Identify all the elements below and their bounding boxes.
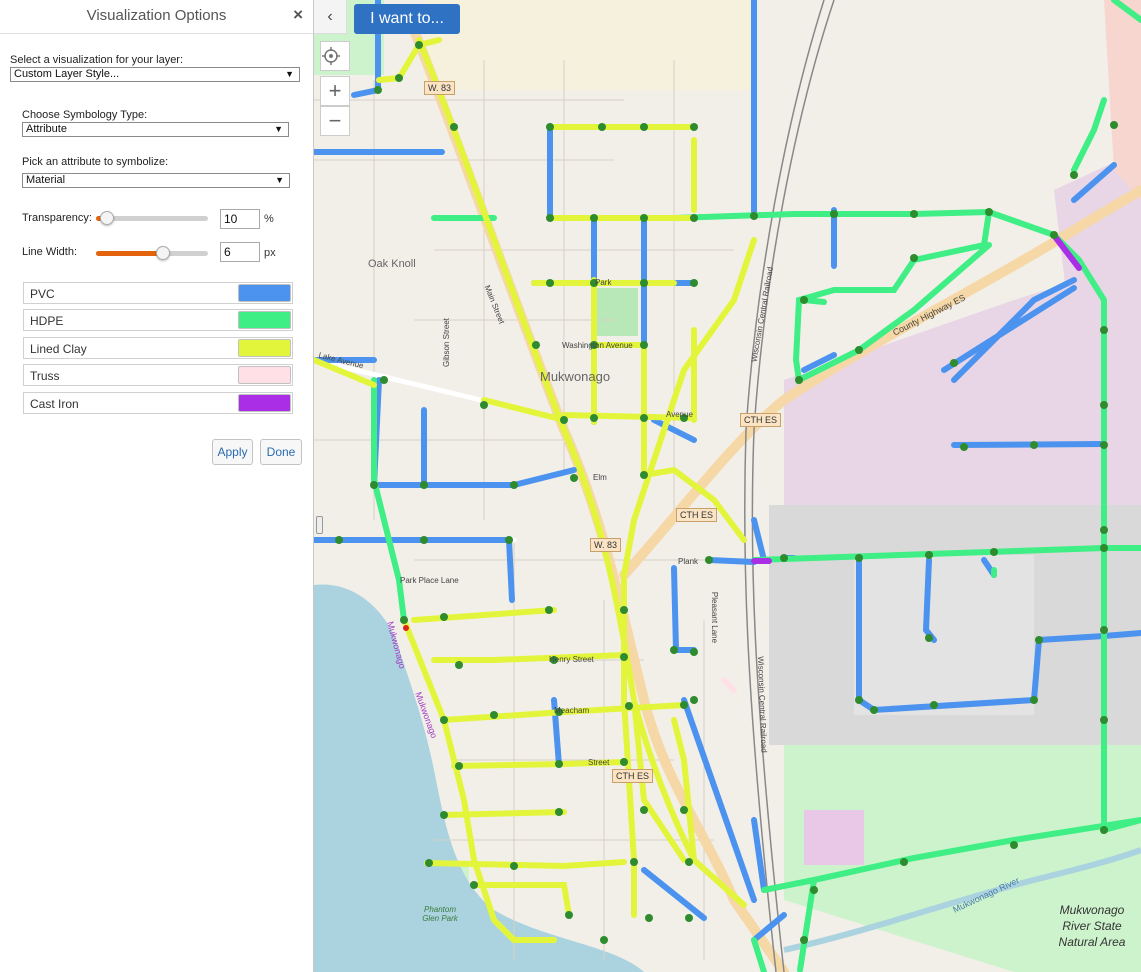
- route-shield-cth-es: CTH ES: [612, 769, 654, 783]
- route-shield-w83: W. 83: [424, 81, 456, 95]
- route-shield-w83: W. 83: [590, 538, 622, 552]
- map-label-phantom-glen-park: Phantom Glen Park: [422, 905, 458, 923]
- map-label-elm: Elm: [593, 473, 607, 482]
- zoom-in-button[interactable]: +: [320, 76, 350, 106]
- attribute-select-value: Material: [26, 174, 66, 186]
- visualization-options-panel: Visualization Options × Select a visuali…: [0, 0, 314, 972]
- legend-row-cast-iron: Cast Iron: [23, 392, 293, 414]
- panel-title: Visualization Options: [86, 7, 227, 24]
- legend-row-pvc: PVC: [23, 282, 293, 304]
- legend-row-truss: Truss: [23, 364, 293, 386]
- park-square: [596, 288, 638, 336]
- dropdown-arrow-icon: ▼: [274, 124, 283, 134]
- legend-label: PVC: [30, 287, 55, 301]
- transparency-slider[interactable]: [96, 211, 208, 225]
- done-button[interactable]: Done: [260, 439, 302, 465]
- map-view[interactable]: W. 83 Oak Knoll Mukwonago Washington Ave…: [314, 0, 1141, 972]
- map-label-plank: Plank: [678, 557, 699, 566]
- map-label-oak-knoll: Oak Knoll: [368, 258, 416, 270]
- legend-label: HDPE: [30, 314, 64, 328]
- visualization-label: Select a visualization for your layer:: [10, 54, 184, 66]
- symbology-select-value: Attribute: [26, 123, 67, 135]
- selected-node: [403, 625, 409, 631]
- locate-icon[interactable]: [320, 41, 350, 71]
- commercial-parcel: [804, 810, 864, 865]
- map-label-mukwonago: Mukwonago: [540, 369, 611, 384]
- visualization-select-value: Custom Layer Style...: [14, 68, 120, 80]
- symbology-select[interactable]: Attribute ▼: [22, 122, 289, 137]
- color-swatch[interactable]: [238, 311, 291, 329]
- color-swatch[interactable]: [238, 284, 291, 302]
- transparency-input[interactable]: 10: [220, 209, 260, 229]
- map-canvas[interactable]: [314, 0, 1141, 972]
- transparency-unit: %: [264, 213, 274, 225]
- map-label-gibson-street: Gibson Street: [441, 318, 451, 367]
- line-width-unit: px: [264, 247, 276, 259]
- residential-block: [854, 555, 1034, 715]
- apply-button[interactable]: Apply: [212, 439, 253, 465]
- route-shield-cth-es: CTH ES: [740, 413, 782, 427]
- legend-row-lined-clay: Lined Clay: [23, 337, 293, 359]
- route-shield-cth-es: CTH ES: [676, 508, 718, 522]
- legend-label: Truss: [30, 369, 60, 383]
- map-label-meacham: Meacham: [554, 706, 590, 715]
- map-label-street: Street: [588, 758, 610, 767]
- line-width-label: Line Width:: [22, 246, 78, 258]
- map-label-avenue: Avenue: [666, 410, 693, 419]
- dropdown-arrow-icon: ▼: [285, 69, 294, 79]
- color-swatch[interactable]: [238, 339, 291, 357]
- map-label-park-place-lane: Park Place Lane: [400, 576, 459, 585]
- transparency-label: Transparency:: [22, 212, 92, 224]
- transparency-slider-thumb[interactable]: [100, 211, 114, 225]
- map-label-state-natural-area: Mukwonago River State Natural Area: [1058, 903, 1126, 949]
- collapse-panel-button[interactable]: ‹: [314, 0, 347, 34]
- attribute-select[interactable]: Material ▼: [22, 173, 290, 188]
- color-swatch[interactable]: [238, 394, 291, 412]
- legend-label: Lined Clay: [30, 342, 87, 356]
- color-swatch[interactable]: [238, 366, 291, 384]
- visualization-select[interactable]: Custom Layer Style... ▼: [10, 67, 300, 82]
- map-label-park: Park: [595, 278, 612, 287]
- line-width-input[interactable]: 6: [220, 242, 260, 262]
- legend-row-hdpe: HDPE: [23, 309, 293, 331]
- zoom-out-button[interactable]: −: [320, 106, 350, 136]
- line-width-slider-fill: [96, 251, 163, 256]
- symbology-label: Choose Symbology Type:: [22, 109, 148, 121]
- attribute-label: Pick an attribute to symbolize:: [22, 156, 169, 168]
- dropdown-arrow-icon: ▼: [275, 175, 284, 185]
- line-width-slider-thumb[interactable]: [156, 246, 170, 260]
- i-want-to-button[interactable]: I want to...: [354, 4, 460, 34]
- map-label-henry-street: Henry Street: [549, 655, 594, 664]
- legend-label: Cast Iron: [30, 397, 79, 411]
- map-label-washington-avenue: Washington Avenue: [562, 341, 633, 350]
- map-label-pleasant-lane: Pleasant Lane: [710, 591, 720, 644]
- panel-header: Visualization Options ×: [0, 0, 313, 34]
- crosshair-icon: [322, 47, 340, 65]
- line-width-slider[interactable]: [96, 246, 208, 260]
- panel-resize-handle[interactable]: [316, 516, 323, 534]
- close-icon[interactable]: ×: [293, 6, 303, 24]
- farmland-area: [424, 0, 754, 90]
